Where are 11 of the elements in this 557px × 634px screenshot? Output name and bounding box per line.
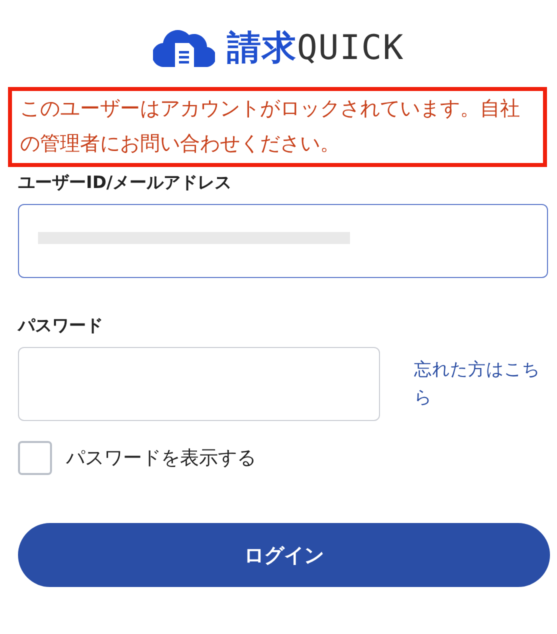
login-button[interactable]: ログイン <box>18 523 550 587</box>
logo-wordmark: 請求QUICK <box>226 28 404 68</box>
checkbox[interactable] <box>18 441 52 475</box>
field-label: ユーザーID/メールアドレス <box>18 172 233 194</box>
error-message: このユーザーはアカウントがロックされています。自社の管理者にお問い合わせください。 <box>20 95 521 157</box>
checkbox-label: パスワードを表示する <box>66 446 256 471</box>
password-field[interactable] <box>18 347 380 421</box>
cloud-document-icon <box>152 29 215 67</box>
email-field[interactable] <box>18 204 548 278</box>
field-label: パスワード <box>18 315 104 337</box>
forgot-password-link[interactable]: 忘れた方はこちら <box>414 356 544 412</box>
